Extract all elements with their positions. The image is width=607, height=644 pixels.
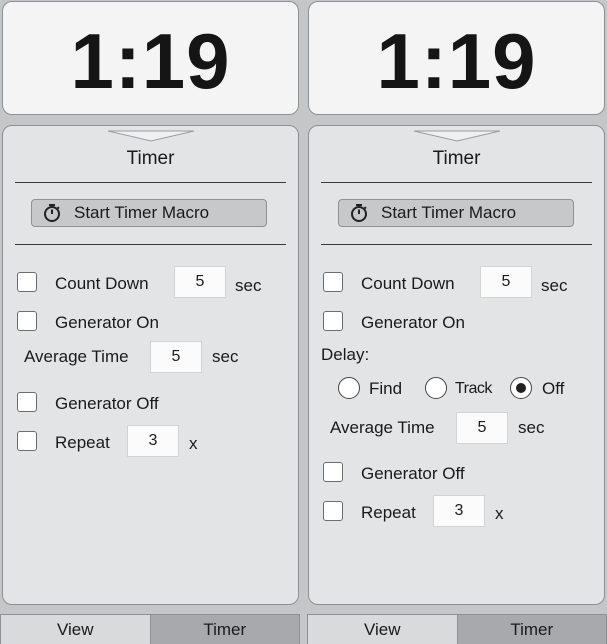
count-down-label: Count Down bbox=[361, 274, 455, 293]
average-time-input[interactable]: 5 bbox=[150, 341, 202, 373]
delay-track-radio[interactable] bbox=[425, 377, 447, 399]
generator-off-label: Generator Off bbox=[55, 394, 159, 413]
repeat-label: Repeat bbox=[55, 433, 110, 452]
generator-on-checkbox[interactable] bbox=[323, 311, 343, 331]
count-down-label: Count Down bbox=[55, 274, 149, 293]
time-readout: 1:19 bbox=[70, 17, 231, 105]
timer-panel: Timer Start Timer Macro Count Down 5 sec… bbox=[2, 125, 299, 605]
repeat-label: Repeat bbox=[361, 503, 416, 522]
average-time-input[interactable]: 5 bbox=[456, 412, 508, 444]
average-time-unit: sec bbox=[212, 347, 239, 366]
count-down-input[interactable]: 5 bbox=[480, 266, 532, 298]
start-timer-macro-label: Start Timer Macro bbox=[381, 203, 517, 222]
count-down-unit: sec bbox=[541, 276, 568, 295]
generator-on-label: Generator On bbox=[361, 313, 465, 332]
repeat-input[interactable]: 3 bbox=[127, 425, 179, 457]
count-down-checkbox[interactable] bbox=[17, 272, 37, 292]
average-time-label: Average Time bbox=[330, 418, 435, 437]
generator-off-label: Generator Off bbox=[361, 464, 465, 483]
repeat-unit: x bbox=[495, 504, 504, 523]
repeat-unit: x bbox=[189, 434, 198, 453]
average-time-unit: sec bbox=[518, 418, 545, 437]
collapse-arrow-icon[interactable] bbox=[106, 130, 196, 142]
generator-on-checkbox[interactable] bbox=[17, 311, 37, 331]
start-timer-macro-button[interactable]: Start Timer Macro bbox=[31, 199, 267, 227]
count-down-unit: sec bbox=[235, 276, 262, 295]
tab-view[interactable]: View bbox=[308, 615, 457, 644]
time-readout: 1:19 bbox=[376, 17, 537, 105]
collapse-arrow-icon[interactable] bbox=[412, 130, 502, 142]
repeat-checkbox[interactable] bbox=[17, 431, 37, 451]
divider bbox=[15, 244, 286, 245]
average-time-label: Average Time bbox=[24, 347, 129, 366]
repeat-input[interactable]: 3 bbox=[433, 495, 485, 527]
generator-on-label: Generator On bbox=[55, 313, 159, 332]
start-timer-macro-label: Start Timer Macro bbox=[74, 203, 210, 222]
stopwatch-icon bbox=[44, 204, 60, 222]
bottom-tab-bar: View Timer bbox=[0, 614, 300, 644]
tab-timer[interactable]: Timer bbox=[456, 615, 606, 644]
timer-display: 1:19 bbox=[308, 1, 605, 115]
tab-view[interactable]: View bbox=[1, 615, 150, 644]
timer-display: 1:19 bbox=[2, 1, 299, 115]
delay-find-label: Find bbox=[369, 379, 403, 398]
repeat-checkbox[interactable] bbox=[323, 501, 343, 521]
generator-off-checkbox[interactable] bbox=[323, 462, 343, 482]
delay-off-radio[interactable] bbox=[510, 377, 532, 399]
divider bbox=[321, 182, 592, 183]
delay-label: Delay: bbox=[321, 345, 370, 364]
delay-find-radio[interactable] bbox=[338, 377, 360, 399]
timer-panel: Timer Start Timer Macro Count Down 5 sec… bbox=[308, 125, 605, 605]
delay-track-label: Track bbox=[455, 380, 492, 397]
panel-title: Timer bbox=[432, 148, 481, 169]
tab-timer[interactable]: Timer bbox=[149, 615, 299, 644]
divider bbox=[321, 244, 592, 245]
start-timer-macro-button[interactable]: Start Timer Macro bbox=[338, 199, 574, 227]
count-down-input[interactable]: 5 bbox=[174, 266, 226, 298]
panel-title: Timer bbox=[126, 148, 175, 169]
bottom-tab-bar: View Timer bbox=[307, 614, 607, 644]
delay-off-label: Off bbox=[542, 379, 565, 398]
stopwatch-icon bbox=[351, 204, 367, 222]
divider bbox=[15, 182, 286, 183]
count-down-checkbox[interactable] bbox=[323, 272, 343, 292]
generator-off-checkbox[interactable] bbox=[17, 392, 37, 412]
